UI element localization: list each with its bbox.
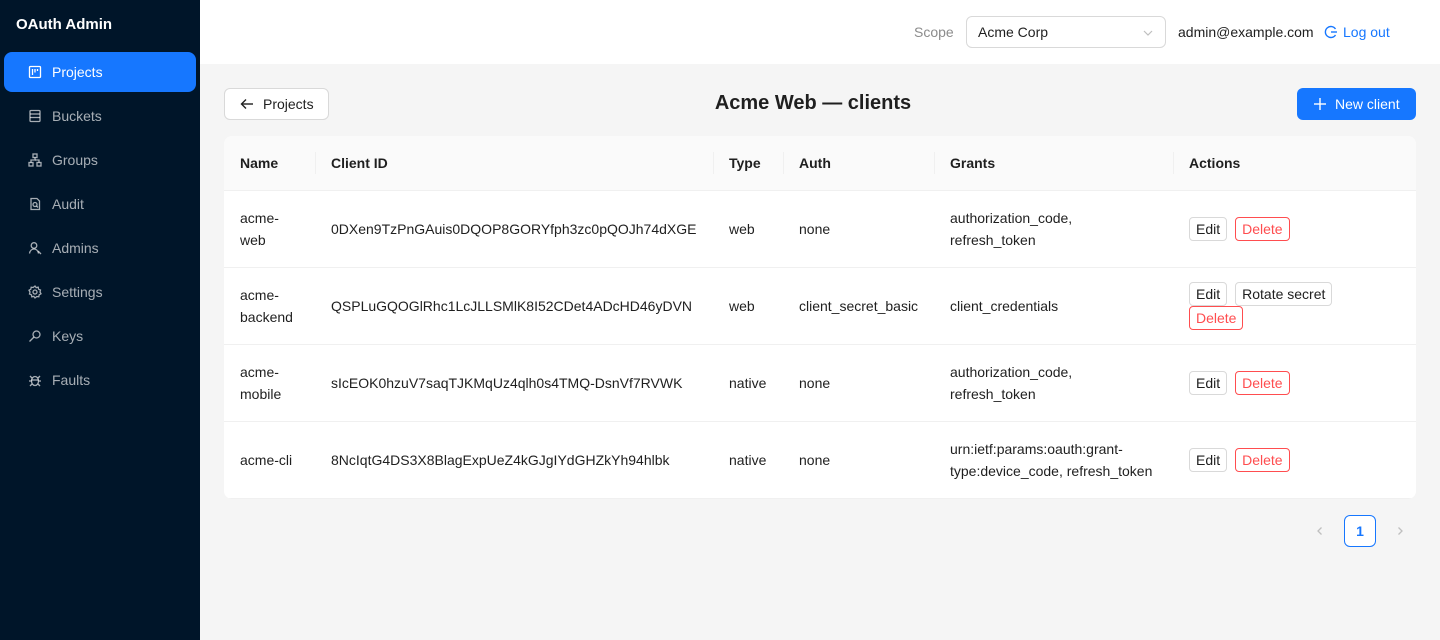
edit-button[interactable]: Edit (1189, 370, 1228, 395)
client-grants-cell: client_credentials (934, 267, 1173, 345)
client-auth-cell: none (783, 344, 934, 422)
client-name-cell: acme-backend (224, 267, 315, 345)
sidebar-item-label: Keys (52, 328, 84, 344)
column-header: Name (224, 136, 315, 191)
logout-icon (1324, 25, 1337, 39)
sidebar-item-buckets[interactable]: Buckets (4, 96, 196, 136)
client-name-cell: acme-cli (224, 421, 315, 499)
buckets-icon (28, 109, 42, 123)
client-name: acme-web (240, 209, 279, 248)
client-grants-cell: urn:ietf:params:oauth:grant-type:device_… (934, 421, 1173, 499)
next-page-button[interactable] (1384, 515, 1416, 547)
client-auth-cell: none (783, 421, 934, 499)
page-title: Acme Web — clients (714, 92, 912, 114)
sidebar-item-label: Admins (52, 240, 99, 256)
client-actions-cell: Edit Delete (1173, 421, 1416, 499)
client-actions-cell: Edit Delete (1173, 344, 1416, 422)
groups-icon (28, 153, 42, 167)
sidebar-nav: Projects Buckets Groups Audit Admins Set… (0, 48, 200, 400)
column-header: Auth (783, 136, 934, 191)
plus-icon (1314, 98, 1326, 110)
column-header: Grants (934, 136, 1173, 191)
top-header: Scope Acme Corp admin@example.com Log ou… (200, 0, 1440, 64)
sidebar-item-label: Audit (52, 196, 84, 212)
column-header: Client ID (315, 136, 713, 191)
sidebar-item-settings[interactable]: Settings (4, 272, 196, 312)
client-name-cell: acme-web (224, 190, 315, 268)
client-grants-cell: authorization_code, refresh_token (934, 190, 1173, 268)
sidebar-item-projects[interactable]: Projects (4, 52, 196, 92)
column-header: Actions (1173, 136, 1416, 191)
sidebar-item-label: Faults (52, 372, 91, 388)
back-button-label: Projects (263, 96, 314, 112)
table-row: acme-mobile sIcEOK0hzuV7saqTJKMqUz4qlh0s… (224, 344, 1416, 422)
audit-icon (28, 197, 42, 211)
keys-icon (28, 329, 42, 343)
edit-button[interactable]: Edit (1189, 281, 1228, 306)
sidebar-item-label: Buckets (52, 108, 102, 124)
sidebar-item-label: Groups (52, 152, 98, 168)
table-row: acme-backend QSPLuGQOGlRhc1LcJLLSMlK8I52… (224, 267, 1416, 345)
admins-icon (28, 241, 42, 255)
chevron-right-icon (1398, 527, 1403, 535)
client-actions-cell: Edit Delete (1173, 190, 1416, 268)
client-id-cell: sIcEOK0hzuV7saqTJKMqUz4qlh0s4TMQ-DsnVf7R… (315, 344, 713, 422)
scope-value: Acme Corp (978, 24, 1049, 40)
client-actions-cell: Edit Rotate secretDelete (1173, 267, 1416, 345)
projects-icon (28, 65, 42, 79)
client-type-cell: native (713, 421, 783, 499)
client-id-cell: 8NcIqtG4DS3X8BlagExpUeZ4kGJgIYdGHZkYh94h… (315, 421, 713, 499)
back-to-projects-button[interactable]: Projects (224, 88, 329, 120)
delete-button[interactable]: Delete (1189, 305, 1244, 330)
rotate-secret-button[interactable]: Rotate secret (1235, 281, 1333, 306)
sidebar-item-label: Settings (52, 284, 103, 300)
edit-button[interactable]: Edit (1189, 447, 1228, 472)
client-name: acme-mobile (240, 363, 282, 402)
sidebar-item-audit[interactable]: Audit (4, 184, 196, 224)
arrow-left-icon (240, 99, 253, 109)
logout-label: Log out (1343, 24, 1390, 40)
user-email: admin@example.com (1178, 24, 1314, 40)
scope-label: Scope (914, 24, 954, 40)
scope-select[interactable]: Acme Corp (966, 16, 1166, 48)
delete-button[interactable]: Delete (1235, 216, 1290, 241)
column-header: Type (713, 136, 783, 191)
delete-button[interactable]: Delete (1235, 447, 1290, 472)
sidebar-item-groups[interactable]: Groups (4, 140, 196, 180)
chevron-down-icon (1142, 26, 1154, 38)
client-type-cell: native (713, 344, 783, 422)
page-number-button[interactable]: 1 (1344, 515, 1376, 547)
pagination: 1 (1304, 515, 1416, 547)
sidebar-item-label: Projects (52, 64, 103, 80)
new-client-button[interactable]: New client (1297, 88, 1416, 120)
chevron-left-icon (1317, 527, 1322, 535)
table-row: acme-web 0DXen9TzPnGAuis0DQOP8GORYfph3zc… (224, 190, 1416, 268)
client-name-cell: acme-mobile (224, 344, 315, 422)
client-name: acme-backend (240, 286, 293, 325)
sidebar: OAuth Admin Projects Buckets Groups Audi… (0, 0, 200, 640)
client-grants-cell: authorization_code, refresh_token (934, 344, 1173, 422)
delete-button[interactable]: Delete (1235, 370, 1290, 395)
client-name: acme-cli (240, 451, 293, 468)
sidebar-item-keys[interactable]: Keys (4, 316, 196, 356)
faults-icon (28, 373, 42, 387)
logout-link[interactable]: Log out (1324, 24, 1390, 40)
settings-icon (28, 285, 42, 299)
client-auth-cell: none (783, 190, 934, 268)
edit-button[interactable]: Edit (1189, 216, 1228, 241)
app-title: OAuth Admin (16, 16, 113, 33)
prev-page-button[interactable] (1304, 515, 1336, 547)
sidebar-item-admins[interactable]: Admins (4, 228, 196, 268)
client-type-cell: web (713, 190, 783, 268)
client-auth-cell: client_secret_basic (783, 267, 934, 345)
client-id-cell: 0DXen9TzPnGAuis0DQOP8GORYfph3zc0pQOJh74d… (315, 190, 713, 268)
new-client-label: New client (1335, 96, 1400, 112)
client-id-cell: QSPLuGQOGlRhc1LcJLLSMlK8I52CDet4ADcHD46y… (315, 267, 713, 345)
client-type-cell: web (713, 267, 783, 345)
sidebar-item-faults[interactable]: Faults (4, 360, 196, 400)
clients-table: Name Client ID Type Auth Grants Actions … (224, 136, 1416, 499)
table-header-row: Name Client ID Type Auth Grants Actions (224, 136, 1416, 191)
table-row: acme-cli 8NcIqtG4DS3X8BlagExpUeZ4kGJgIYd… (224, 421, 1416, 499)
